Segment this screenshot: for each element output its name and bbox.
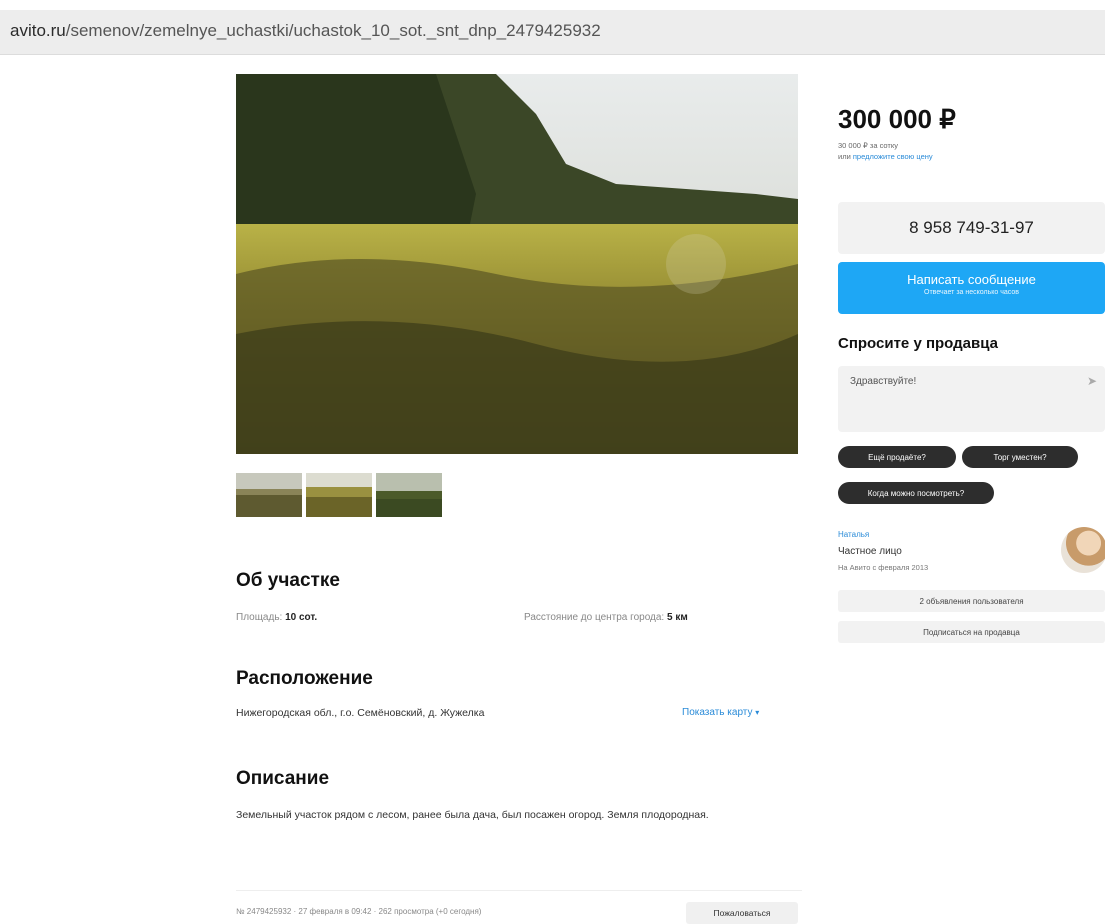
thumbnail-1[interactable] bbox=[236, 473, 302, 517]
address-bar[interactable]: avito.ru/semenov/zemelnye_uchastki/uchas… bbox=[0, 10, 1105, 55]
write-message-label: Написать сообщение bbox=[907, 272, 1036, 287]
url-path: /semenov/zemelnye_uchastki/uchastok_10_s… bbox=[65, 21, 601, 40]
main-photo[interactable] bbox=[236, 74, 798, 454]
show-phone-button[interactable]: 8 958 749-31-97 bbox=[838, 202, 1105, 254]
chip-bargain[interactable]: Торг уместен? bbox=[962, 446, 1078, 468]
field-photo-image bbox=[236, 74, 798, 454]
price-offer-row: или предложите свою цену bbox=[838, 151, 933, 162]
seller-avatar[interactable] bbox=[1061, 527, 1105, 573]
about-title: Об участке bbox=[236, 570, 340, 591]
seller-type: Частное лицо bbox=[838, 546, 902, 557]
description-text: Земельный участок рядом с лесом, ранее б… bbox=[236, 809, 709, 821]
reply-time-label: Отвечает за несколько часов bbox=[924, 289, 1019, 296]
distance-row: Расстояние до центра города: 5 км bbox=[524, 612, 688, 623]
write-message-button[interactable]: Написать сообщение Отвечает за несколько… bbox=[838, 262, 1105, 314]
area-row: Площадь: 10 сот. bbox=[236, 612, 317, 623]
show-map-link[interactable]: Показать карту ▾ bbox=[682, 707, 759, 718]
seller-listings-button[interactable]: 2 объявления пользователя bbox=[838, 590, 1105, 612]
ask-seller-input[interactable]: Здравствуйте! ➤ bbox=[838, 366, 1105, 432]
offer-prefix: или bbox=[838, 152, 851, 161]
listing-meta: № 2479425932 · 27 февраля в 09:42 · 262 … bbox=[236, 907, 482, 916]
url-host: avito.ru bbox=[10, 21, 66, 40]
chip-still-selling[interactable]: Ещё продаёте? bbox=[838, 446, 956, 468]
area-value: 10 сот. bbox=[285, 612, 318, 623]
thumbnail-3-image bbox=[376, 473, 442, 517]
thumbnail-3[interactable] bbox=[376, 473, 442, 517]
subscribe-seller-button[interactable]: Подписаться на продавца bbox=[838, 621, 1105, 643]
chip-when-view[interactable]: Когда можно посмотреть? bbox=[838, 482, 994, 504]
thumbnail-1-image bbox=[236, 473, 302, 517]
distance-value: 5 км bbox=[667, 612, 688, 623]
thumbnail-2-image bbox=[306, 473, 372, 517]
distance-label: Расстояние до центра города: bbox=[524, 612, 665, 623]
footer-divider bbox=[236, 890, 802, 891]
show-map-label: Показать карту bbox=[682, 707, 753, 718]
photo-thumbnails bbox=[236, 473, 442, 517]
ask-seller-title: Спросите у продавца bbox=[838, 335, 998, 352]
thumbnail-2[interactable] bbox=[306, 473, 372, 517]
url-text[interactable]: avito.ru/semenov/zemelnye_uchastki/uchas… bbox=[10, 21, 601, 41]
location-title: Расположение bbox=[236, 668, 373, 689]
price-per-unit: 30 000 ₽ за сотку bbox=[838, 141, 898, 150]
location-address: Нижегородская обл., г.о. Семёновский, д.… bbox=[236, 707, 485, 719]
price: 300 000 ₽ bbox=[838, 104, 956, 134]
send-icon[interactable]: ➤ bbox=[1087, 374, 1097, 388]
price-sub: 30 000 ₽ за сотку или предложите свою це… bbox=[838, 140, 933, 162]
offer-price-link[interactable]: предложите свою цену bbox=[853, 152, 933, 161]
seller-since: На Авито с февраля 2013 bbox=[838, 563, 929, 572]
chevron-down-icon: ▾ bbox=[755, 708, 760, 717]
ask-seller-placeholder: Здравствуйте! bbox=[850, 376, 917, 387]
area-label: Площадь: bbox=[236, 612, 283, 623]
seller-name-link[interactable]: Наталья bbox=[838, 530, 869, 539]
description-title: Описание bbox=[236, 768, 330, 789]
